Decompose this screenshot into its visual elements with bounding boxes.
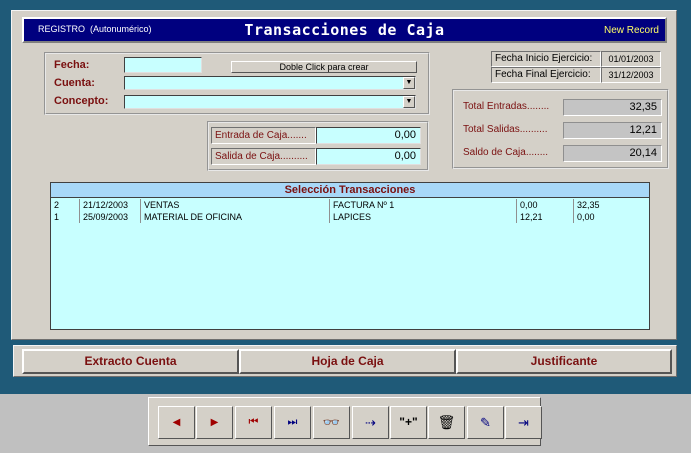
first-record-icon[interactable]: ⏮ [235,406,272,439]
chevron-down-icon[interactable]: ▼ [403,77,415,89]
record-status: New Record [603,25,659,36]
new-record-icon[interactable]: "+" [390,406,427,439]
fecha-final-label: Fecha Final Ejercicio: [491,67,601,83]
justificante-button[interactable]: Justificante [456,349,672,374]
page-title: Transacciones de Caja [244,21,445,39]
exit-icon[interactable]: ⇥ [505,406,542,439]
cuenta-label: Cuenta: [54,77,95,89]
next-record-icon[interactable]: ▶ [196,406,233,439]
cuenta-combo[interactable]: ▼ [124,76,416,90]
fecha-final-value: 31/12/2003 [601,67,661,83]
total-entradas-value: 32,35 [563,99,662,116]
hoja-caja-button[interactable]: Hoja de Caja [239,349,456,374]
extracto-cuenta-button[interactable]: Extracto Cuenta [22,349,239,374]
fecha-field[interactable] [124,57,202,73]
fecha-inicio-value: 01/01/2003 [601,51,661,67]
table-row[interactable]: 1 25/09/2003 MATERIAL DE OFICINA LAPICES… [51,211,649,223]
salida-label: Salida de Caja.......... [211,148,316,165]
saldo-caja-label: Saldo de Caja........ [463,147,549,158]
total-entradas-label: Total Entradas........ [463,101,550,112]
entrada-field[interactable]: 0,00 [316,127,421,144]
transactions-list[interactable]: Selección Transacciones 2 21/12/2003 VEN… [50,182,650,330]
total-salidas-label: Total Salidas.......... [463,124,548,135]
edit-icon[interactable]: ✎ [467,406,504,439]
title-bar: REGISTRO (Autonumérico) Transacciones de… [22,17,667,43]
navigation-toolbar: ◀ ▶ ⏮ ⏭ 👓 ⇢ "+" 🗑 ✎ ⇥ [148,397,542,446]
fecha-inicio-label: Fecha Inicio Ejercicio: [491,51,601,67]
actions-bar: Extracto Cuenta Hoja de Caja Justificant… [13,345,677,377]
last-record-icon[interactable]: ⏭ [274,406,311,439]
table-row[interactable]: 2 21/12/2003 VENTAS FACTURA Nº 1 0,00 32… [51,199,649,211]
salida-field[interactable]: 0,00 [316,148,421,165]
fecha-label: Fecha: [54,59,90,71]
find-icon[interactable]: 👓 [313,406,350,439]
concepto-label: Concepto: [54,95,109,107]
entrada-label: Entrada de Caja....... [211,127,316,144]
prev-record-icon[interactable]: ◀ [158,406,195,439]
list-header: Selección Transacciones [51,183,649,198]
find-next-icon[interactable]: ⇢ [352,406,389,439]
saldo-caja-value: 20,14 [563,145,662,162]
delete-icon[interactable]: 🗑 [428,406,465,439]
chevron-down-icon[interactable]: ▼ [403,96,415,108]
doble-click-button[interactable]: Doble Click para crear [231,61,417,73]
concepto-combo[interactable]: ▼ [124,95,416,109]
total-salidas-value: 12,21 [563,122,662,139]
